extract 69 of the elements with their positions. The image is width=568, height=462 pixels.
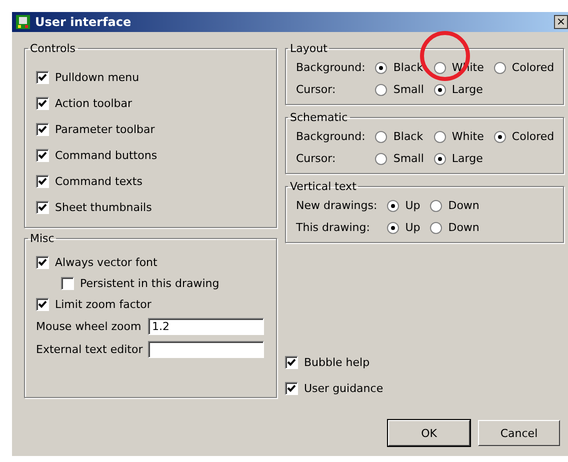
checkbox-label: Sheet thumbnails bbox=[55, 200, 152, 214]
checkbox-label: Always vector font bbox=[55, 256, 158, 268]
radio-button[interactable] bbox=[494, 130, 506, 142]
radio-button[interactable] bbox=[375, 130, 388, 142]
field-label: External text editor bbox=[36, 343, 143, 356]
radio-label: Down bbox=[448, 221, 480, 234]
checkbox-label: Parameter toolbar bbox=[55, 122, 155, 136]
group-title: Controls bbox=[29, 42, 76, 55]
checkbox[interactable] bbox=[36, 174, 49, 188]
radio-label: Up bbox=[405, 221, 420, 234]
radio-button[interactable] bbox=[375, 152, 388, 164]
radio-button[interactable] bbox=[387, 222, 400, 234]
checkbox-label: Command texts bbox=[55, 174, 142, 188]
radio-button[interactable] bbox=[387, 200, 400, 212]
checkbox-label: Action toolbar bbox=[55, 96, 132, 110]
group-title: Misc bbox=[29, 232, 56, 245]
checkbox-label: User guidance bbox=[304, 382, 384, 394]
radio-button[interactable] bbox=[434, 62, 446, 74]
radio-label: Up bbox=[405, 199, 420, 212]
row-label: Cursor: bbox=[296, 152, 337, 165]
row-label: Background: bbox=[296, 130, 366, 143]
input-field[interactable] bbox=[148, 341, 264, 358]
radio-button[interactable] bbox=[375, 84, 388, 96]
cancel-button[interactable]: Cancel bbox=[478, 420, 560, 446]
radio-button[interactable] bbox=[434, 152, 446, 164]
checkbox[interactable] bbox=[36, 148, 49, 162]
field-label: Mouse wheel zoom bbox=[36, 320, 142, 333]
radio-button[interactable] bbox=[494, 62, 506, 74]
radio-label: White bbox=[452, 130, 484, 143]
close-button[interactable]: × bbox=[554, 15, 568, 29]
radio-label: Large bbox=[452, 152, 483, 165]
row-label: Background: bbox=[296, 61, 366, 74]
radio-label: Large bbox=[452, 83, 483, 96]
radio-button[interactable] bbox=[434, 130, 446, 142]
group-title: Layout bbox=[289, 42, 328, 55]
radio-label: Black bbox=[393, 130, 424, 143]
checkbox[interactable] bbox=[36, 200, 49, 214]
group-title: Vertical text bbox=[289, 180, 358, 193]
checkbox-label: Limit zoom factor bbox=[55, 298, 152, 310]
radio-button[interactable] bbox=[434, 84, 446, 96]
input-field[interactable]: 1.2 bbox=[148, 318, 264, 335]
window-title: User interface bbox=[35, 15, 132, 29]
circuit-board-icon bbox=[16, 15, 30, 29]
group-title: Schematic bbox=[289, 111, 349, 124]
checkbox[interactable] bbox=[285, 382, 298, 394]
radio-label: Small bbox=[393, 83, 424, 96]
row-label: This drawing: bbox=[296, 221, 371, 234]
radio-label: Down bbox=[448, 199, 480, 212]
checkbox-label: Persistent in this drawing bbox=[80, 276, 220, 290]
radio-label: Small bbox=[393, 152, 424, 165]
checkbox[interactable] bbox=[61, 276, 74, 290]
radio-label: Black bbox=[393, 61, 424, 74]
checkbox-label: Pulldown menu bbox=[55, 70, 140, 84]
checkbox[interactable] bbox=[36, 256, 49, 268]
checkbox-label: Bubble help bbox=[304, 356, 370, 368]
radio-button[interactable] bbox=[375, 62, 388, 74]
checkbox[interactable] bbox=[36, 96, 49, 110]
row-label: Cursor: bbox=[296, 83, 337, 96]
radio-label: Colored bbox=[512, 130, 554, 143]
checkbox[interactable] bbox=[36, 122, 49, 136]
checkbox[interactable] bbox=[285, 356, 298, 368]
checkbox[interactable] bbox=[36, 298, 49, 310]
radio-button[interactable] bbox=[430, 200, 442, 212]
radio-button[interactable] bbox=[430, 222, 442, 234]
radio-label: Colored bbox=[512, 61, 554, 74]
row-label: New drawings: bbox=[296, 199, 378, 212]
checkbox-label: Command buttons bbox=[55, 148, 158, 162]
ok-button[interactable]: OK bbox=[388, 420, 470, 446]
checkbox[interactable] bbox=[36, 70, 49, 84]
